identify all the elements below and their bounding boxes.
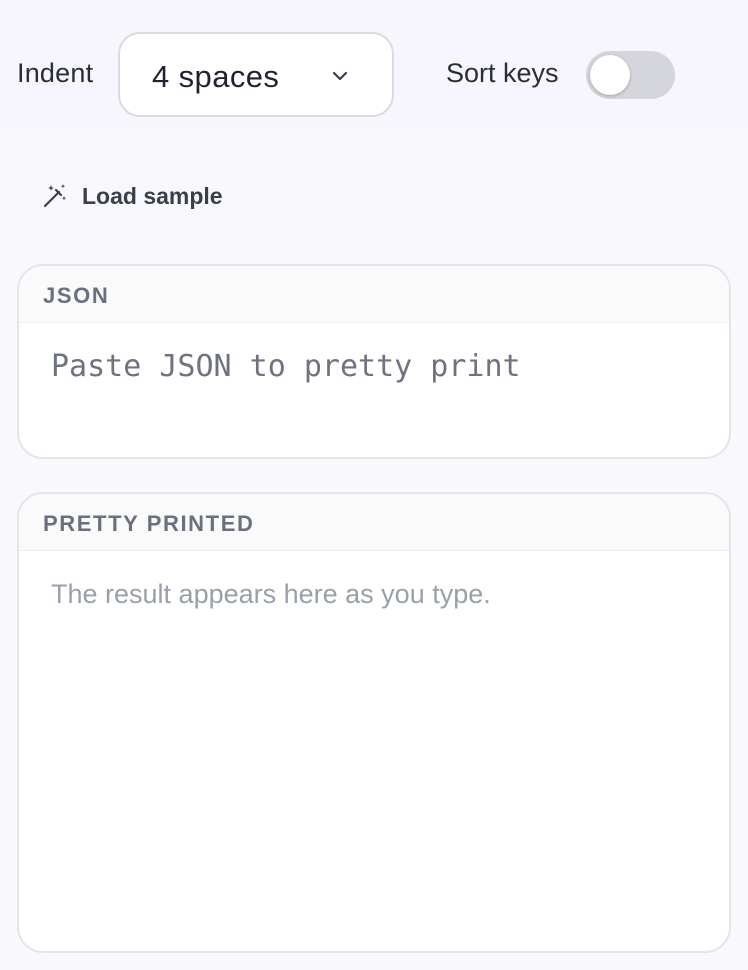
magic-wand-icon [40, 181, 70, 211]
load-sample-label: Load sample [82, 182, 223, 209]
load-sample-button[interactable]: Load sample [40, 178, 223, 214]
json-panel-header: JSON [19, 266, 729, 323]
toggle-knob [590, 55, 630, 95]
output-panel-header: PRETTY PRINTED [19, 494, 729, 551]
json-input[interactable] [19, 323, 729, 453]
options-toolbar: Indent 4 spaces Sort keys [0, 0, 748, 130]
pretty-printed-panel: PRETTY PRINTED The result appears here a… [17, 492, 731, 953]
json-input-panel: JSON [17, 264, 731, 459]
indent-select[interactable]: 4 spaces [118, 32, 394, 117]
sort-keys-label: Sort keys [446, 58, 559, 88]
output-placeholder: The result appears here as you type. [51, 579, 491, 609]
indent-select-value: 4 spaces [152, 59, 280, 94]
sort-keys-toggle[interactable] [586, 51, 675, 99]
indent-label: Indent [17, 58, 94, 88]
chevron-down-icon [330, 66, 350, 86]
